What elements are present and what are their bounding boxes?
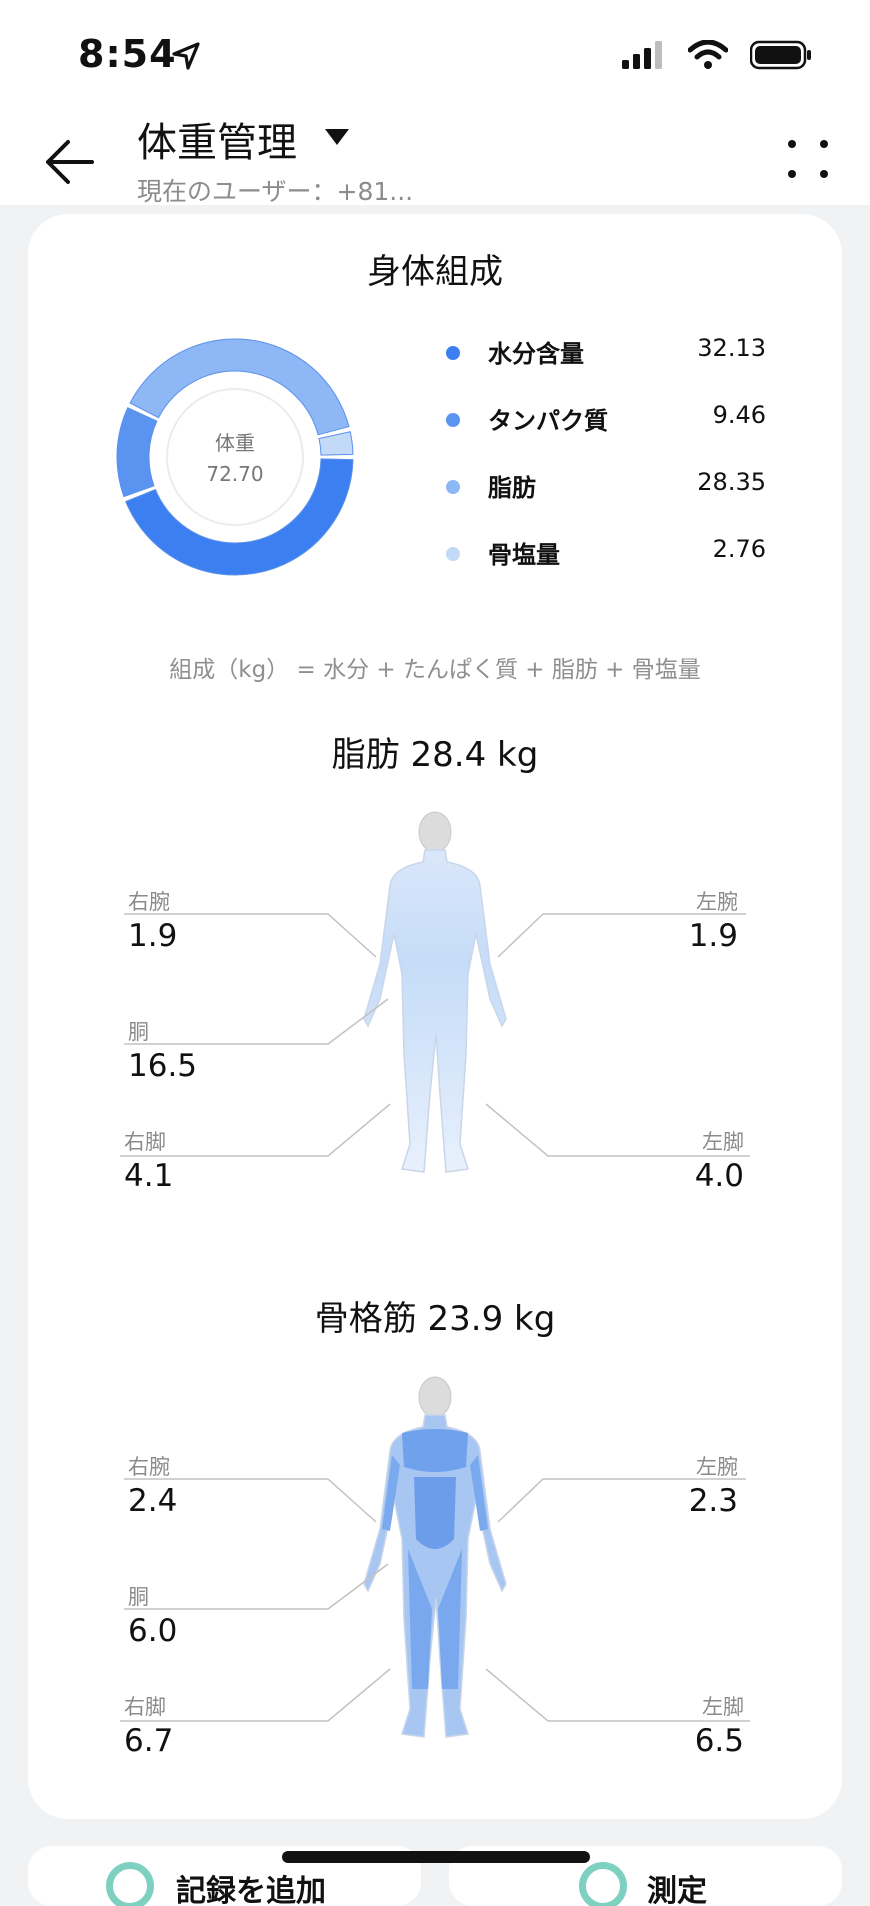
muscle-right-leg-value: 6.7 — [124, 1723, 174, 1759]
status-bar: 8:54 — [0, 0, 870, 110]
muscle-left-arm-value: 2.3 — [688, 1483, 738, 1519]
donut-segment-bone — [318, 431, 354, 456]
fat-left-arm-value: 1.9 — [688, 918, 738, 954]
wifi-icon — [688, 40, 728, 69]
legend-value: 28.35 — [697, 468, 766, 496]
muscle-left-leg-value: 6.5 — [694, 1723, 744, 1759]
back-arrow-icon[interactable] — [40, 132, 100, 192]
page-title[interactable]: 体重管理 — [137, 110, 297, 168]
fat-trunk-label: 胴 — [128, 1020, 149, 1044]
legend-dot — [446, 480, 460, 494]
legend-value: 9.46 — [712, 401, 766, 429]
status-icons — [622, 40, 812, 70]
add-record-icon — [106, 1862, 154, 1906]
app-header: 体重管理 現在のユーザー：+81... — [0, 110, 870, 206]
legend-label: 水分含量 — [488, 340, 584, 368]
fat-left-arm-label: 左腕 — [696, 890, 738, 914]
add-record-label: 記録を追加 — [176, 1874, 326, 1906]
composition-donut-chart: 体重 72.70 — [116, 338, 354, 576]
muscle-left-arm-label: 左腕 — [696, 1455, 738, 1479]
legend-label: 脂肪 — [488, 474, 536, 502]
fat-right-leg-label: 右脚 — [124, 1130, 166, 1154]
legend-item-protein: タンパク質 9.46 — [446, 401, 766, 468]
battery-icon — [750, 40, 811, 70]
fat-title: 脂肪 28.4 kg — [331, 735, 539, 775]
legend-value: 2.76 — [712, 535, 766, 563]
composition-title: 身体組成 — [367, 252, 503, 292]
legend-dot — [446, 346, 460, 360]
cellular-signal-icon — [622, 41, 662, 69]
status-time: 8:54 — [78, 32, 177, 76]
legend-label: タンパク質 — [488, 407, 608, 435]
legend-dot — [446, 547, 460, 561]
measure-icon — [579, 1862, 627, 1906]
legend-item-bone: 骨塩量 2.76 — [446, 535, 766, 602]
home-indicator — [282, 1851, 590, 1863]
fat-right-arm-value: 1.9 — [128, 918, 178, 954]
legend-item-fat: 脂肪 28.35 — [446, 468, 766, 535]
muscle-trunk-label: 胴 — [128, 1585, 149, 1609]
fat-right-leg-value: 4.1 — [124, 1158, 174, 1194]
legend-label: 骨塩量 — [488, 541, 560, 569]
fat-right-arm-label: 右腕 — [128, 890, 170, 914]
more-options-icon[interactable] — [784, 132, 832, 186]
donut-center-value: 72.70 — [206, 462, 263, 486]
donut-center-label: 体重 — [215, 431, 255, 455]
caret-down-icon[interactable] — [324, 128, 350, 146]
fat-trunk-value: 16.5 — [128, 1048, 198, 1084]
muscle-trunk-value: 6.0 — [128, 1613, 178, 1649]
composition-formula: 組成（kg） = 水分 + たんぱく質 + 脂肪 + 骨塩量 — [169, 657, 701, 683]
muscle-title: 骨格筋 23.9 kg — [314, 1299, 556, 1339]
current-user: 現在のユーザー：+81... — [137, 177, 414, 206]
fat-body-silhouette — [363, 811, 507, 1173]
location-arrow-icon — [172, 42, 200, 70]
body-composition-card: 身体組成 体重 72.70 水分含量 32.13 タンパク質 9.46 脂肪 2… — [28, 214, 842, 1819]
fat-left-leg-value: 4.0 — [694, 1158, 744, 1194]
legend-value: 32.13 — [697, 334, 766, 362]
legend-item-water: 水分含量 32.13 — [446, 334, 766, 401]
measure-label: 測定 — [647, 1874, 707, 1906]
fat-left-leg-label: 左脚 — [702, 1130, 744, 1154]
legend-dot — [446, 413, 460, 427]
muscle-right-arm-value: 2.4 — [128, 1483, 178, 1519]
donut-segment-protein — [116, 407, 158, 498]
muscle-right-arm-label: 右腕 — [128, 1455, 170, 1479]
muscle-body-silhouette — [363, 1376, 507, 1738]
muscle-right-leg-label: 右脚 — [124, 1695, 166, 1719]
composition-legend: 水分含量 32.13 タンパク質 9.46 脂肪 28.35 骨塩量 2.76 — [446, 334, 766, 602]
muscle-left-leg-label: 左脚 — [702, 1695, 744, 1719]
